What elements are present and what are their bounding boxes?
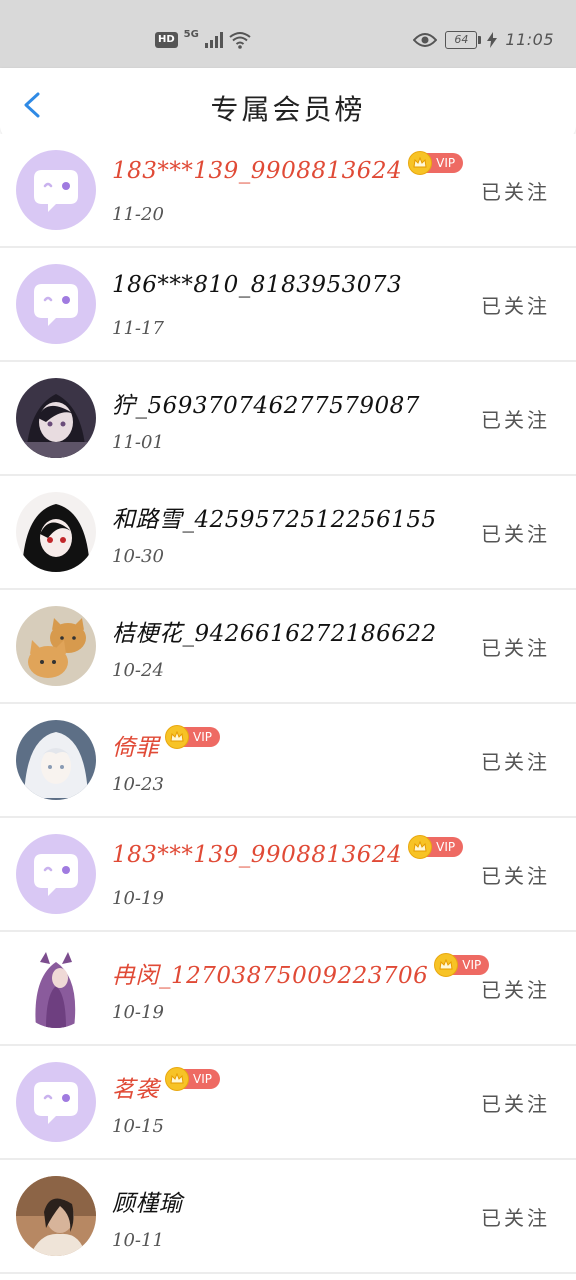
follow-status-button[interactable]: 已关注: [481, 404, 550, 433]
follow-status-button[interactable]: 已关注: [481, 974, 550, 1003]
member-name: 183***139_9908813624: [112, 842, 403, 868]
member-name: 狞_5693707462775790​87: [112, 393, 420, 419]
member-date: 10-11: [112, 1230, 164, 1251]
user-avatar-image: [16, 606, 96, 686]
hd-badge: HD: [155, 32, 178, 48]
avatar[interactable]: [16, 492, 96, 572]
member-name-line: 茗袭 VIP: [112, 1067, 220, 1104]
member-date: 11-01: [112, 432, 164, 453]
vip-label: VIP: [436, 156, 456, 170]
member-row[interactable]: 冉闵_12703875009223706 VIP 10-19 已关注: [0, 932, 576, 1046]
avatar[interactable]: [16, 378, 96, 458]
member-list: 183***139_9908813624 VIP 11-20 已关注 186***810…: [0, 134, 576, 1274]
default-chat-avatar-icon: [16, 264, 96, 344]
charging-icon: [487, 31, 498, 48]
avatar[interactable]: [16, 1062, 96, 1142]
user-avatar-image: [16, 378, 96, 458]
member-name-line: 桔梗花_9426616272186622: [112, 614, 437, 648]
member-date: 10-19: [112, 1002, 164, 1023]
eye-icon: [413, 32, 438, 47]
member-date: 10-15: [112, 1116, 164, 1137]
default-chat-avatar-icon: [16, 150, 96, 230]
member-name-line: 183***139_9908813624 VIP: [112, 835, 464, 868]
member-name: 桔梗花_9426616272186622: [112, 621, 437, 647]
follow-status-button[interactable]: 已关注: [481, 1202, 550, 1231]
vip-badge: VIP: [408, 835, 464, 859]
status-bar: HD 5G 64 11:05: [0, 0, 576, 68]
crown-icon: [434, 953, 459, 977]
member-name-line: 冉闵_12703875009223706 VIP: [112, 953, 490, 990]
status-left: HD 5G: [155, 28, 251, 49]
page-header: 专属会员榜: [0, 68, 576, 140]
member-date: 11-17: [112, 318, 164, 339]
vip-badge: VIP: [165, 725, 220, 749]
member-row[interactable]: 和路雪_4259572512256155 10-30 已关注: [0, 476, 576, 590]
member-row[interactable]: 顾槿瑜 10-11 已关注: [0, 1160, 576, 1274]
member-date: 10-19: [112, 888, 164, 909]
member-name: 和路雪_4259572512256155: [112, 507, 437, 533]
member-date: 10-24: [112, 660, 164, 681]
member-row[interactable]: 桔梗花_9426616272186622 10-24 已关注: [0, 590, 576, 704]
avatar[interactable]: [16, 948, 96, 1028]
crown-icon: [165, 725, 189, 749]
follow-status-button[interactable]: 已关注: [481, 1088, 550, 1117]
member-name-line: 狞_5693707462775790​87: [112, 386, 420, 420]
vip-label: VIP: [436, 840, 456, 854]
follow-status-button[interactable]: 已关注: [481, 860, 550, 889]
vip-badge: VIP: [408, 151, 464, 175]
member-row[interactable]: 186***810_8183953073 11-17 已关注: [0, 248, 576, 362]
avatar[interactable]: [16, 720, 96, 800]
default-chat-avatar-icon: [16, 1062, 96, 1142]
avatar[interactable]: [16, 606, 96, 686]
crown-icon: [165, 1067, 189, 1091]
follow-status-button[interactable]: 已关注: [481, 518, 550, 547]
avatar[interactable]: [16, 150, 96, 230]
member-row[interactable]: 183***139_9908813624 VIP 10-19 已关注: [0, 818, 576, 932]
member-name-line: 183***139_9908813624 VIP: [112, 151, 464, 184]
vip-label: VIP: [193, 730, 212, 744]
signal-icon: [204, 32, 223, 48]
member-row[interactable]: 倚罪 VIP 10-23 已关注: [0, 704, 576, 818]
follow-status-button[interactable]: 已关注: [481, 290, 550, 319]
page-title: 专属会员榜: [210, 93, 366, 126]
status-right: 64 11:05: [413, 30, 554, 49]
member-row[interactable]: 狞_5693707462775790​87 11-01 已关注: [0, 362, 576, 476]
network-label: 5G: [183, 28, 199, 40]
crown-icon: [408, 151, 433, 175]
user-avatar-image: [16, 948, 96, 1028]
avatar[interactable]: [16, 264, 96, 344]
follow-status-button[interactable]: 已关注: [481, 176, 550, 205]
vip-badge: VIP: [434, 953, 490, 977]
follow-status-button[interactable]: 已关注: [481, 746, 550, 775]
follow-status-button[interactable]: 已关注: [481, 632, 550, 661]
clock: 11:05: [505, 30, 554, 49]
vip-badge: VIP: [165, 1067, 220, 1091]
avatar[interactable]: [16, 1176, 96, 1256]
vip-label: VIP: [462, 958, 482, 972]
user-avatar-image: [16, 720, 96, 800]
member-name: 冉闵_12703875009223706: [112, 963, 429, 989]
member-row[interactable]: 茗袭 VIP 10-15 已关注: [0, 1046, 576, 1160]
avatar[interactable]: [16, 834, 96, 914]
wifi-icon: [229, 32, 251, 49]
default-chat-avatar-icon: [16, 834, 96, 914]
member-name: 茗袭: [112, 1077, 159, 1103]
member-name: 186***810_8183953073: [112, 272, 403, 298]
member-date: 10-23: [112, 774, 164, 795]
member-name: 183***139_9908813624: [112, 158, 403, 184]
member-name-line: 顾槿瑜: [112, 1184, 183, 1218]
member-date: 10-30: [112, 546, 164, 567]
member-name-line: 倚罪 VIP: [112, 725, 220, 762]
battery-icon: 64: [445, 30, 482, 49]
vip-label: VIP: [193, 1072, 212, 1086]
member-name: 顾槿瑜: [112, 1191, 183, 1217]
member-name-line: 186***810_8183953073: [112, 272, 402, 298]
user-avatar-image: [16, 1176, 96, 1256]
member-name: 倚罪: [112, 735, 159, 761]
member-row[interactable]: 183***139_9908813624 VIP 11-20 已关注: [0, 134, 576, 248]
member-date: 11-20: [112, 204, 164, 225]
member-name-line: 和路雪_4259572512256155: [112, 500, 437, 534]
crown-icon: [408, 835, 433, 859]
user-avatar-image: [16, 492, 96, 572]
